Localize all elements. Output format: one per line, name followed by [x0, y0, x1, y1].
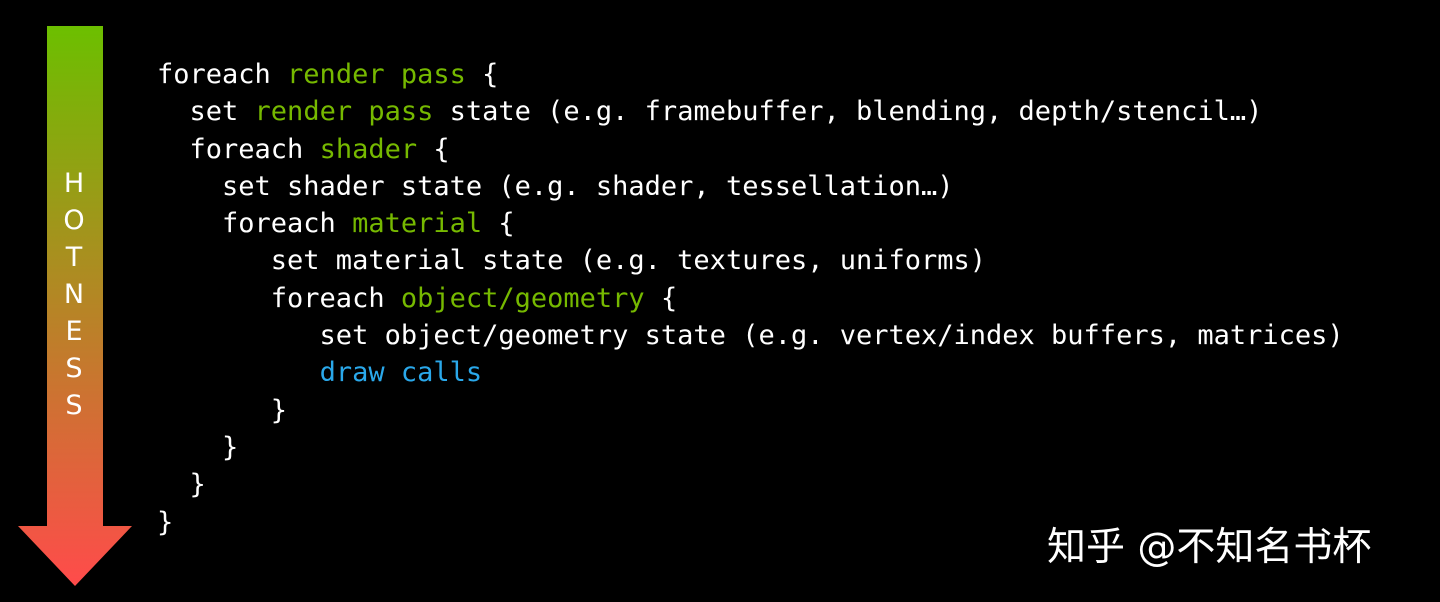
code-line: foreach material { — [157, 205, 1344, 242]
code-text: foreach — [157, 59, 288, 90]
code-text: set material state (e.g. textures, unifo… — [157, 245, 987, 277]
watermark-text: 知乎 @不知名书杯 — [1047, 525, 1372, 570]
code-line: set shader state (e.g. shader, tessellat… — [157, 168, 1344, 205]
hotness-letter: S — [65, 353, 83, 384]
code-text: foreach — [157, 133, 320, 165]
code-line: set object/geometry state (e.g. vertex/i… — [157, 317, 1344, 354]
code-keyword: shader — [319, 133, 418, 165]
code-text: { — [482, 208, 515, 240]
code-text: set object/geometry state (e.g. vertex/i… — [157, 320, 1344, 352]
hotness-label: HOTNESS — [46, 165, 102, 424]
pseudocode-block: foreach render pass { set render pass st… — [157, 56, 1344, 541]
hotness-letter: H — [63, 168, 85, 199]
code-text: { — [417, 133, 450, 165]
code-line: foreach render pass { — [157, 56, 1344, 93]
code-text: set — [157, 96, 255, 128]
hotness-letter: T — [65, 242, 83, 273]
code-line: } — [157, 429, 1344, 466]
code-line: draw calls — [157, 354, 1344, 391]
code-text: { — [644, 282, 678, 314]
code-text: foreach — [157, 282, 401, 314]
code-line: } — [157, 466, 1344, 503]
code-text: { — [465, 59, 499, 90]
code-line: } — [157, 392, 1344, 429]
code-text: } — [157, 469, 206, 501]
code-line: set material state (e.g. textures, unifo… — [157, 242, 1344, 279]
hotness-letter: E — [65, 316, 83, 347]
code-line: foreach object/geometry { — [157, 280, 1344, 317]
code-text: state (e.g. framebuffer, blending, depth… — [433, 96, 1263, 128]
code-keyword: draw calls — [319, 357, 483, 389]
code-keyword: render pass — [287, 59, 466, 90]
code-line: foreach shader { — [157, 131, 1344, 168]
hotness-letter: S — [65, 390, 83, 421]
code-line: set render pass state (e.g. framebuffer,… — [157, 93, 1344, 130]
code-text: set shader state (e.g. shader, tessellat… — [157, 170, 954, 202]
hotness-arrow: HOTNESS — [18, 26, 132, 586]
code-text: } — [157, 431, 239, 463]
hotness-letter: O — [63, 205, 85, 236]
code-keyword: material — [352, 208, 483, 240]
hotness-letter: N — [63, 279, 85, 310]
code-keyword: render pass — [254, 96, 434, 128]
code-text: } — [157, 394, 288, 426]
code-keyword: object/geometry — [400, 282, 645, 314]
code-text: } — [157, 506, 174, 538]
code-text: foreach — [157, 208, 353, 240]
